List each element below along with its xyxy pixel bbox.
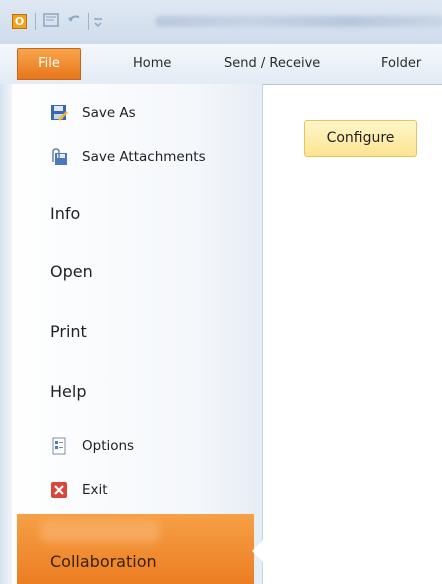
- nav-help[interactable]: Help: [50, 382, 86, 401]
- save-attachments-icon: [50, 148, 68, 166]
- options-command[interactable]: Options: [50, 435, 134, 457]
- backstage-edge: [0, 84, 12, 584]
- save-attachments-command[interactable]: Save Attachments: [50, 146, 206, 168]
- customize-qat-icon[interactable]: [93, 11, 103, 31]
- collaboration-item-blur: [40, 520, 160, 542]
- tab-home[interactable]: Home: [133, 54, 171, 74]
- save-as-command[interactable]: Save As: [50, 102, 136, 124]
- window-title: [155, 16, 442, 27]
- qat-separator: [88, 13, 89, 30]
- tab-folder[interactable]: Folder: [381, 54, 421, 74]
- tab-file[interactable]: File: [17, 48, 81, 80]
- nav-open[interactable]: Open: [50, 262, 93, 281]
- outlook-app-icon[interactable]: O: [12, 14, 27, 29]
- undo-icon[interactable]: [66, 11, 84, 31]
- nav-info[interactable]: Info: [50, 204, 80, 223]
- tab-send-receive[interactable]: Send / Receive: [224, 54, 320, 74]
- save-as-label: Save As: [82, 105, 136, 121]
- nav-print[interactable]: Print: [50, 322, 87, 341]
- exit-label: Exit: [82, 482, 108, 498]
- options-icon: [50, 437, 68, 455]
- exit-icon: [50, 481, 68, 499]
- save-attachments-label: Save Attachments: [82, 149, 206, 165]
- selected-pointer: [252, 540, 263, 562]
- collaboration-label: Collaboration: [50, 552, 157, 571]
- send-receive-all-icon[interactable]: [42, 11, 62, 31]
- configure-button[interactable]: Configure: [304, 120, 417, 157]
- save-as-icon: [50, 104, 68, 122]
- qat-separator: [35, 13, 36, 30]
- options-label: Options: [82, 438, 135, 454]
- exit-command[interactable]: Exit: [50, 479, 108, 501]
